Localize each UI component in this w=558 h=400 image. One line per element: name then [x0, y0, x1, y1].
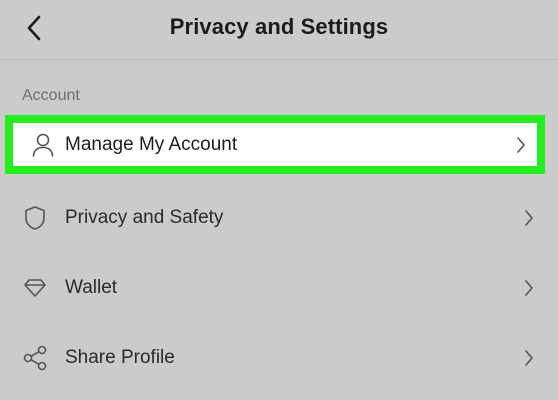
chevron-right-icon — [514, 135, 528, 155]
share-icon — [22, 345, 48, 371]
chevron-right-icon — [522, 348, 536, 368]
menu-item-label: Manage My Account — [65, 133, 238, 155]
screen: Privacy and Settings Account Manage My A… — [0, 0, 558, 400]
page-title: Privacy and Settings — [169, 14, 389, 39]
person-icon — [30, 132, 56, 158]
menu-item-label: Privacy and Safety — [65, 207, 224, 228]
menu-item-manage-my-account[interactable]: Manage My Account — [5, 115, 545, 174]
menu-item-label: Wallet — [65, 277, 118, 298]
diamond-icon — [22, 275, 48, 301]
shield-icon — [22, 205, 48, 231]
menu-item-label: Share Profile — [65, 347, 175, 368]
chevron-right-icon — [522, 208, 536, 228]
chevron-right-icon — [522, 278, 536, 298]
menu-item-share-profile[interactable]: Share Profile — [0, 323, 558, 393]
header-bar: Privacy and Settings — [0, 0, 558, 60]
section-label-account: Account — [22, 87, 80, 104]
menu-item-wallet[interactable]: Wallet — [0, 253, 558, 323]
menu-item-privacy-and-safety[interactable]: Privacy and Safety — [0, 183, 558, 253]
